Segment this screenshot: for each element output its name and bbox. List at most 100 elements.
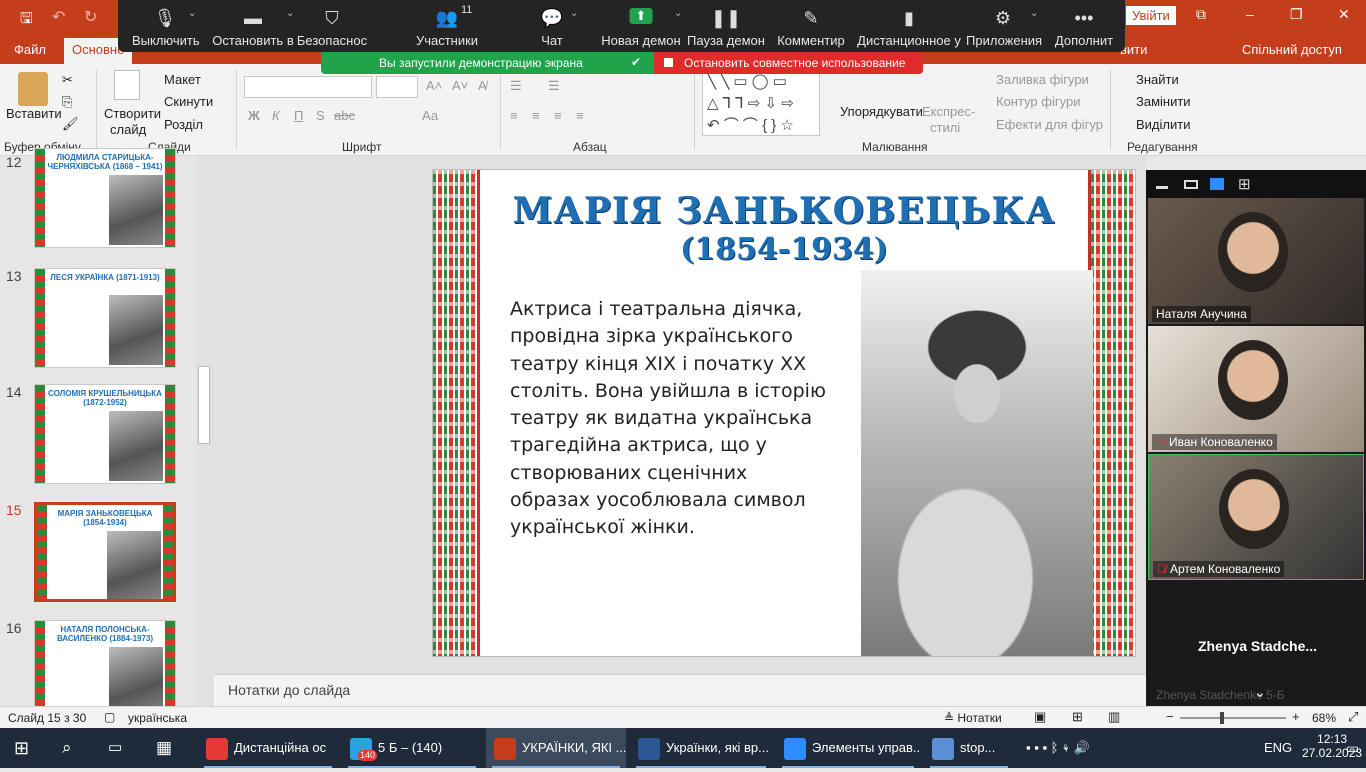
copy-icon[interactable]: ⎘	[62, 94, 72, 110]
search-icon[interactable]: ⌕	[62, 728, 72, 768]
stop-share-button[interactable]: Остановить совместное использование	[654, 52, 923, 74]
align-left-icon[interactable]: ≡	[510, 108, 518, 123]
save-icon[interactable]: 🖫	[20, 8, 33, 33]
slide-thumbnail[interactable]: МАРІЯ ЗАНЬКОВЕЦЬКА (1854-1934)	[34, 502, 176, 602]
sign-in-button[interactable]: Увійти	[1126, 6, 1176, 25]
slide-subtitle-years[interactable]: (1854-1934)	[493, 232, 1075, 267]
notes-toggle[interactable]: ≜ Нотатки	[944, 711, 1002, 725]
chevron-down-icon[interactable]: ⌄	[188, 8, 196, 19]
participants-button[interactable]: 👥 Участники 11	[408, 0, 486, 52]
shape-outline-button[interactable]: Контур фігури	[996, 94, 1080, 109]
strike-button[interactable]: abc	[334, 108, 355, 123]
calculator-icon[interactable]: ▦	[156, 728, 172, 768]
justify-icon[interactable]: ≡	[576, 108, 584, 123]
portrait-photo[interactable]	[861, 270, 1093, 656]
tray-icons[interactable]: ▪ ▪ ▪ ᛒ ⚘ 🔊	[1026, 728, 1090, 768]
layout-button[interactable]: Макет	[164, 72, 201, 87]
restore-button[interactable]: ❐	[1290, 6, 1303, 23]
normal-view-icon[interactable]: ▣	[1034, 709, 1046, 725]
shapes-gallery[interactable]: ╲ ╲ ▭ ◯ ▭ △ ⅂ ⅂ ⇨ ⇩ ⇨ ↶ ⌒ ⌒ { } ☆	[702, 70, 820, 136]
numbering-icon[interactable]: ☰	[548, 78, 560, 94]
participant-video-tile[interactable]: 🎙̸ Иван Коноваленко	[1148, 326, 1364, 452]
paste-icon[interactable]	[18, 72, 48, 106]
taskbar-app-5[interactable]: Элементы управ...	[776, 728, 920, 768]
video-button[interactable]: ▬ Остановить в ⌄	[210, 0, 296, 52]
taskbar-app-1[interactable]: Дистанційна ос	[198, 728, 338, 768]
minimize-button[interactable]: –	[1246, 6, 1254, 22]
fit-slide-icon[interactable]: ⤢	[1348, 709, 1358, 725]
clear-format-icon[interactable]: A̸	[478, 78, 487, 93]
remote-button[interactable]: ▮ Дистанционное у	[854, 0, 964, 52]
zoom-in-icon[interactable]: +	[1292, 709, 1300, 724]
cut-icon[interactable]: ✂	[62, 72, 73, 88]
gallery-view-icon[interactable]: ⊞	[1238, 175, 1251, 193]
slide-thumbnail[interactable]: ЛЮДМИЛА СТАРИЦЬКА-ЧЕРНЯХІВСЬКА (1868 – 1…	[34, 148, 176, 248]
reading-view-icon[interactable]: ▥	[1108, 709, 1120, 725]
shape-fill-button[interactable]: Заливка фігури	[996, 72, 1089, 87]
participant-video-tile[interactable]: 🎙̸ Артем Коноваленко	[1148, 454, 1364, 580]
sorter-view-icon[interactable]: ⊞	[1072, 709, 1083, 725]
new-slide-button[interactable]: Створити	[104, 106, 161, 121]
close-button[interactable]: ✕	[1338, 6, 1350, 23]
pause-share-button[interactable]: ❚❚ Пауза демон	[684, 0, 768, 52]
select-button[interactable]: Виділити	[1136, 117, 1190, 132]
paste-button[interactable]: Вставити	[6, 106, 62, 121]
zoom-level[interactable]: 68%	[1312, 711, 1336, 725]
undo-icon[interactable]: ↶	[52, 7, 65, 27]
zoom-slider[interactable]	[1180, 717, 1286, 719]
slide-thumbnail[interactable]: НАТАЛЯ ПОЛОНСЬКА-ВАСИЛЕНКО (1884-1973)	[34, 620, 176, 720]
bold-button[interactable]: Ж	[248, 108, 260, 123]
participant-video-tile[interactable]: Zhenya Stadche...	[1148, 582, 1364, 682]
zoom-out-icon[interactable]: −	[1166, 709, 1174, 724]
italic-button[interactable]: К	[272, 108, 280, 123]
tab-file[interactable]: Файл	[14, 42, 46, 57]
quick-styles-button[interactable]: Експрес-	[922, 104, 975, 119]
increase-font-icon[interactable]: A˄	[426, 78, 442, 93]
speaker-view-icon[interactable]	[1184, 180, 1198, 189]
windows-start-icon[interactable]: ⊞	[14, 728, 29, 768]
language-indicator[interactable]: українська	[128, 711, 187, 725]
annotate-button[interactable]: ✎ Комментир	[768, 0, 854, 52]
align-center-icon[interactable]: ≡	[532, 108, 540, 123]
shadow-button[interactable]: S	[316, 108, 325, 123]
find-button[interactable]: Знайти	[1136, 72, 1179, 87]
shape-effects-button[interactable]: Ефекти для фігур	[996, 117, 1103, 132]
input-language[interactable]: ENG	[1264, 728, 1292, 768]
mute-button[interactable]: 🎙 Выключить ⌄	[132, 0, 200, 52]
chevron-down-icon[interactable]: ⌄	[674, 8, 682, 19]
redo-icon[interactable]: ↻	[84, 7, 97, 27]
chevron-down-icon[interactable]: ⌄	[1254, 684, 1266, 701]
replace-button[interactable]: Замінити	[1136, 94, 1191, 109]
more-button[interactable]: ••• Дополнит	[1044, 0, 1124, 52]
slide-thumbnail[interactable]: СОЛОМІЯ КРУШЕЛЬНИЦЬКА (1872-1952)	[34, 384, 176, 484]
arrange-button[interactable]: Упорядкувати	[840, 104, 923, 119]
section-button[interactable]: Розділ	[164, 117, 203, 132]
current-slide[interactable]: МАРІЯ ЗАНЬКОВЕЦЬКА (1854-1934) Актриса і…	[432, 169, 1136, 657]
chevron-down-icon[interactable]: ⌄	[286, 8, 294, 19]
slide-thumbnail[interactable]: ЛЕСЯ УКРАЇНКА (1871-1913)	[34, 268, 176, 368]
change-case-button[interactable]: Аа	[422, 108, 438, 123]
security-button[interactable]: ⛉ Безопаснос	[296, 0, 368, 52]
spellcheck-icon[interactable]: ▢	[104, 710, 115, 724]
taskbar-app-4[interactable]: Українки, які вр...	[630, 728, 772, 768]
task-view-icon[interactable]: ▭	[108, 728, 122, 768]
slide-title[interactable]: МАРІЯ ЗАНЬКОВЕЦЬКА	[493, 190, 1075, 232]
align-right-icon[interactable]: ≡	[554, 108, 562, 123]
thumbnail-scrollbar[interactable]	[196, 156, 214, 706]
chevron-down-icon[interactable]: ⌄	[1030, 8, 1038, 19]
notifications-icon[interactable]: ▭	[1346, 728, 1359, 768]
taskbar-app-3[interactable]: УКРАЇНКИ, ЯКІ ...	[486, 728, 626, 768]
reset-button[interactable]: Скинути	[164, 94, 213, 109]
slide-body-text[interactable]: Актриса і театральна діячка, провідна зі…	[510, 296, 830, 542]
chevron-down-icon[interactable]: ⌄	[570, 8, 578, 19]
zoom-slider-thumb[interactable]	[1220, 712, 1224, 724]
format-painter-icon[interactable]: 🖌	[62, 116, 79, 132]
minimize-video-icon[interactable]	[1156, 186, 1168, 189]
share-button[interactable]: Спільний доступ	[1242, 42, 1342, 57]
ribbon-display-icon[interactable]: ⧉	[1196, 6, 1206, 23]
chat-button[interactable]: 💬 Чат ⌄	[524, 0, 580, 52]
taskbar-app-6[interactable]: stop...	[924, 728, 1014, 768]
apps-button[interactable]: ⚙ Приложения ⌄	[966, 0, 1042, 52]
bullets-icon[interactable]: ☰	[510, 78, 522, 94]
underline-button[interactable]: П	[294, 108, 303, 123]
